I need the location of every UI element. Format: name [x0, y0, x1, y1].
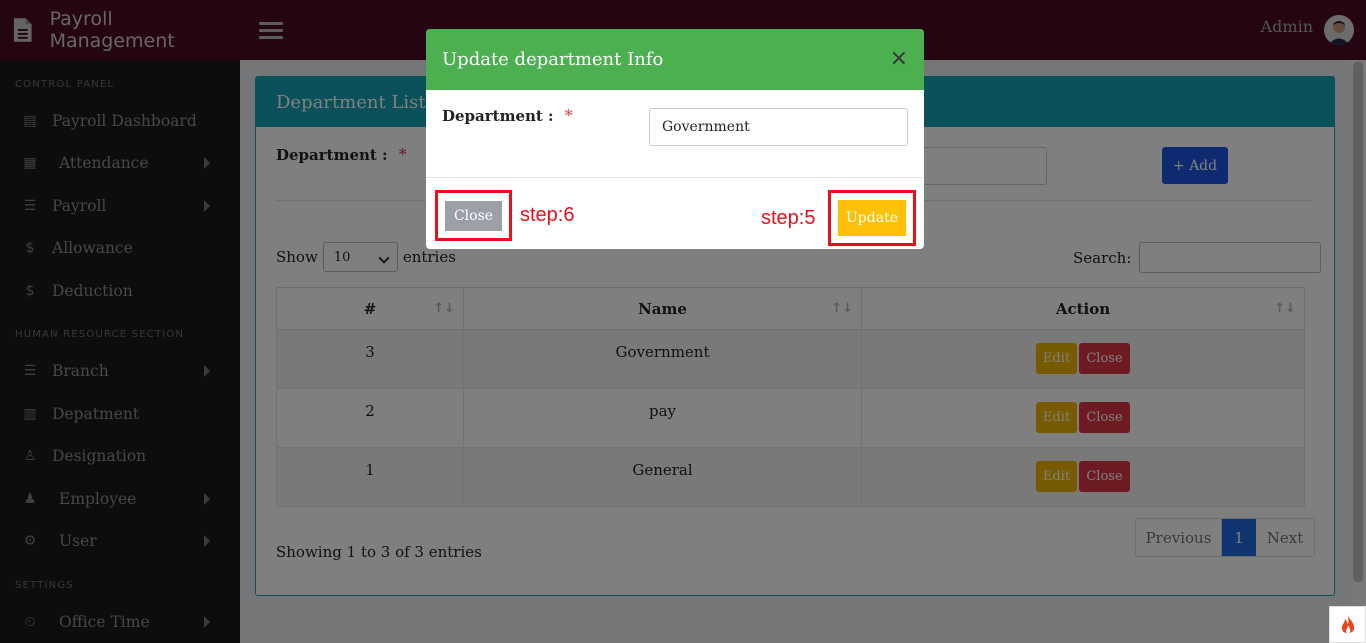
modal-update-button[interactable]: Update: [838, 200, 906, 236]
close-icon[interactable]: ×: [890, 46, 908, 71]
modal-close-button[interactable]: Close: [445, 201, 502, 231]
modal-body: Department : * Government: [426, 90, 924, 178]
required-mark: *: [564, 106, 573, 125]
flame-icon-shape: [1341, 614, 1354, 633]
modal-header: Update department Info ×: [426, 29, 924, 90]
department-name-input[interactable]: Government: [649, 108, 908, 146]
flame-icon[interactable]: [1329, 606, 1366, 643]
update-department-modal: Update department Info × Department : * …: [426, 29, 924, 249]
modal-footer: Close step:6 step:5 Update: [426, 179, 924, 249]
modal-field-label: Department : *: [442, 106, 573, 125]
modal-title: Update department Info: [442, 49, 664, 70]
step-6-annotation: step:6: [520, 204, 575, 226]
department-label: Department :: [442, 107, 554, 125]
step-5-annotation: step:5: [761, 207, 816, 229]
